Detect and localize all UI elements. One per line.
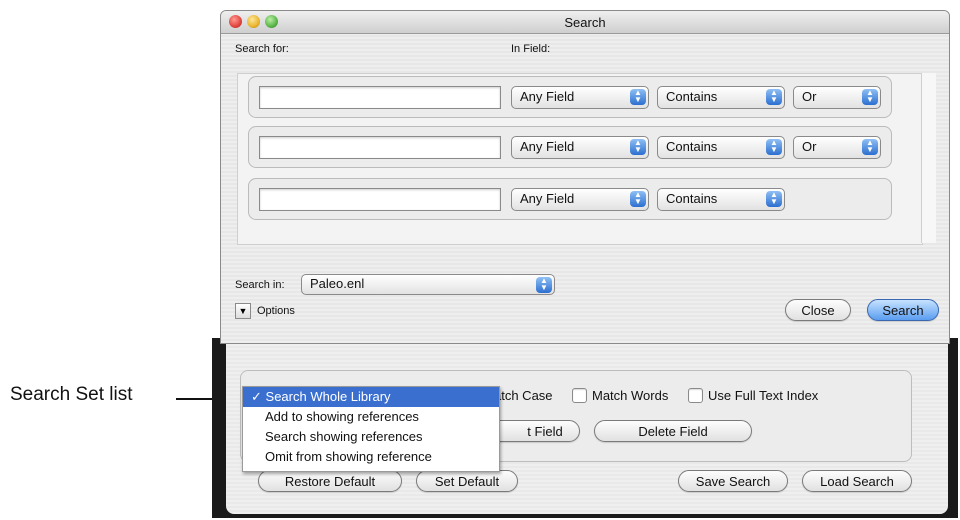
load-search-button[interactable]: Load Search — [802, 470, 912, 492]
search-term-input[interactable] — [259, 86, 501, 109]
delete-field-button[interactable]: Delete Field — [594, 420, 752, 442]
search-button[interactable]: Search — [867, 299, 939, 321]
updown-arrows-icon: ▲ ▼ — [536, 277, 552, 293]
field-select[interactable]: Any Field ▲ ▼ — [511, 86, 649, 109]
menu-item-omit-from-showing[interactable]: Omit from showing reference — [243, 447, 499, 467]
full-text-option[interactable]: Use Full Text Index — [688, 388, 818, 403]
match-words-option[interactable]: Match Words — [572, 388, 668, 403]
callout-label: Search Set list — [10, 384, 133, 405]
updown-arrows-icon: ▲ ▼ — [766, 191, 782, 207]
updown-arrows-icon: ▲ ▼ — [630, 191, 646, 207]
menu-item-add-to-showing[interactable]: Add to showing references — [243, 407, 499, 427]
condition-select-value: Contains — [666, 139, 718, 154]
updown-arrows-icon: ▲ ▼ — [766, 139, 782, 155]
condition-select[interactable]: Contains ▲ ▼ — [657, 136, 785, 159]
match-case-option[interactable]: atch Case — [494, 388, 553, 403]
in-field-label: In Field: — [511, 43, 551, 55]
match-words-checkbox[interactable] — [572, 388, 587, 403]
options-label: Options — [257, 305, 295, 317]
updown-arrows-icon: ▲ ▼ — [630, 89, 646, 105]
condition-select-value: Contains — [666, 191, 718, 206]
full-text-checkbox[interactable] — [688, 388, 703, 403]
boolean-select[interactable]: Or ▲ ▼ — [793, 136, 881, 159]
search-for-label: Search for: — [235, 43, 289, 55]
restore-default-button[interactable]: Restore Default — [258, 470, 402, 492]
updown-arrows-icon: ▲ ▼ — [862, 89, 878, 105]
condition-select-value: Contains — [666, 89, 718, 104]
field-select[interactable]: Any Field ▲ ▼ — [511, 188, 649, 211]
updown-arrows-icon: ▲ ▼ — [862, 139, 878, 155]
vertical-scrollbar[interactable] — [921, 73, 936, 243]
field-select[interactable]: Any Field ▲ ▼ — [511, 136, 649, 159]
boolean-select-value: Or — [802, 89, 817, 104]
set-default-button[interactable]: Set Default — [416, 470, 518, 492]
updown-arrows-icon: ▲ ▼ — [630, 139, 646, 155]
close-button[interactable]: Close — [785, 299, 851, 321]
window-title: Search — [564, 15, 606, 30]
options-disclosure-icon[interactable]: ▼ — [235, 303, 251, 319]
boolean-select[interactable]: Or ▲ ▼ — [793, 86, 881, 109]
menu-item-search-showing[interactable]: Search showing references — [243, 427, 499, 447]
match-words-label: Match Words — [592, 388, 669, 403]
full-text-label: Use Full Text Index — [708, 388, 819, 403]
search-window: Search Search for: In Field: Any Field ▲… — [220, 10, 950, 344]
save-search-button[interactable]: Save Search — [678, 470, 788, 492]
search-in-select[interactable]: Paleo.enl ▲ ▼ — [301, 274, 555, 295]
insert-field-label: t Field — [527, 423, 563, 439]
search-set-menu[interactable]: ✓ Search Whole Library Add to showing re… — [242, 386, 500, 472]
updown-arrows-icon: ▲ ▼ — [766, 89, 782, 105]
menu-item-search-whole-library[interactable]: ✓ Search Whole Library — [243, 387, 499, 407]
match-case-label: atch Case — [494, 388, 553, 403]
field-select-value: Any Field — [520, 191, 575, 206]
condition-select[interactable]: Contains ▲ ▼ — [657, 188, 785, 211]
menu-item-label: Search Whole Library — [265, 389, 391, 404]
search-in-value: Paleo.enl — [310, 276, 365, 291]
field-select-value: Any Field — [520, 89, 575, 104]
criteria-row: Any Field ▲ ▼ Contains ▲ ▼ Or ▲ ▼ — [248, 76, 892, 118]
check-icon: ✓ — [251, 389, 262, 404]
condition-select[interactable]: Contains ▲ ▼ — [657, 86, 785, 109]
criteria-row: Any Field ▲ ▼ Contains ▲ ▼ Or ▲ ▼ — [248, 126, 892, 168]
search-term-input[interactable] — [259, 136, 501, 159]
search-term-input[interactable] — [259, 188, 501, 211]
boolean-select-value: Or — [802, 139, 817, 154]
search-criteria-list: Any Field ▲ ▼ Contains ▲ ▼ Or ▲ ▼ Any Field… — [237, 73, 923, 245]
criteria-row: Any Field ▲ ▼ Contains ▲ ▼ — [248, 178, 892, 220]
field-select-value: Any Field — [520, 139, 575, 154]
search-in-label: Search in: — [235, 279, 285, 291]
